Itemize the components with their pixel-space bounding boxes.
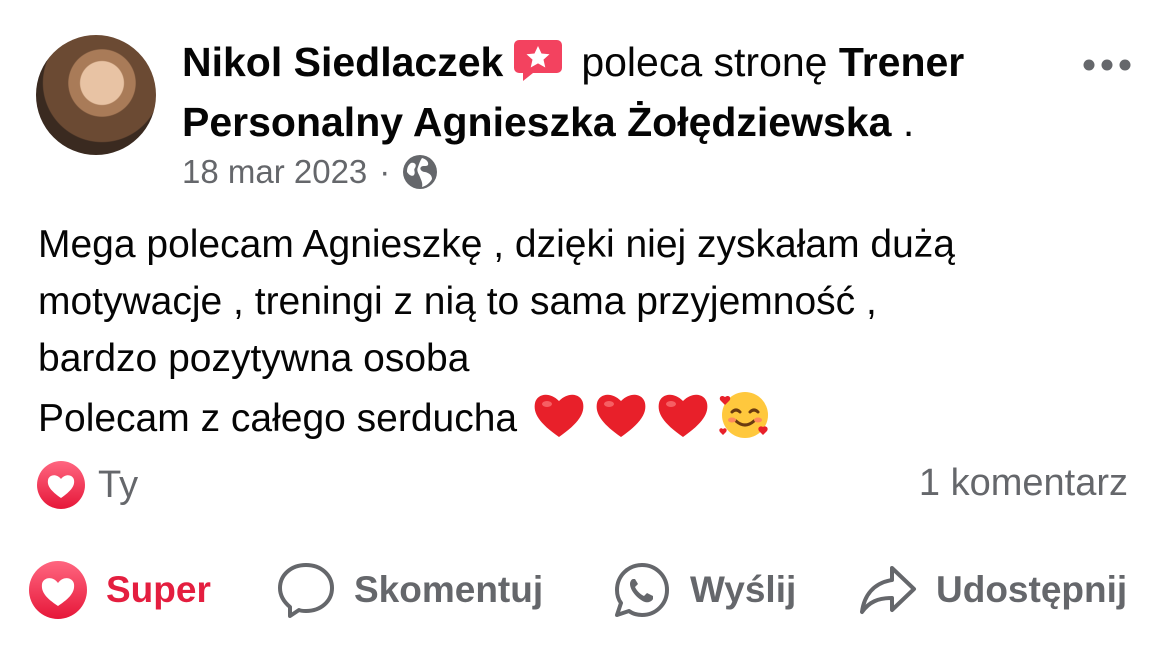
post-text-line: Polecam z całego serducha	[38, 397, 518, 440]
post-text-line: bardzo pozytywna osoba	[38, 337, 470, 380]
action-text: poleca stronę	[581, 39, 828, 85]
author-name[interactable]: Nikol Siedlaczek	[182, 39, 503, 85]
emoji-group	[531, 387, 773, 443]
send-whatsapp-button[interactable]: Wyślij	[612, 558, 796, 622]
super-reaction-button[interactable]: Super	[28, 558, 211, 622]
comments-count-link[interactable]: 1 komentarz	[919, 462, 1128, 505]
smiling-face-with-hearts-emoji	[719, 392, 769, 438]
meta-separator: ·	[379, 153, 391, 190]
comment-bubble-icon	[278, 563, 334, 618]
comment-button[interactable]: Skomentuj	[276, 558, 543, 622]
red-heart-emoji	[596, 394, 646, 437]
more-options-icon[interactable]	[1082, 58, 1132, 72]
super-label: Super	[106, 569, 211, 610]
love-reaction-icon	[37, 461, 85, 509]
post-text-line: Mega polecam Agnieszkę , dzięki niej zys…	[38, 223, 955, 266]
share-arrow-icon	[860, 566, 916, 614]
share-label: Udostępnij	[936, 569, 1128, 610]
love-reaction-icon	[29, 561, 87, 619]
post-header: Nikol Siedlaczek poleca stronę Trener Pe…	[182, 32, 1062, 152]
post-text-line-with-emojis: Polecam z całego serducha	[38, 387, 1148, 447]
comment-label: Skomentuj	[354, 569, 544, 610]
post-text-line: motywacje , treningi z nią to sama przyj…	[38, 280, 877, 323]
send-label: Wyślij	[690, 569, 797, 610]
red-heart-emoji	[658, 394, 708, 437]
post-actions-bar: Super Skomentuj Wyślij Udostępnij	[28, 558, 1148, 622]
globe-icon	[403, 155, 438, 189]
post-date[interactable]: 18 mar 2023	[182, 153, 367, 191]
share-button[interactable]: Udostępnij	[858, 558, 1127, 622]
whatsapp-icon	[615, 563, 669, 617]
trailing-period: .	[902, 99, 915, 145]
post-body: Mega polecam Agnieszkę , dzięki niej zys…	[38, 216, 1148, 447]
recommendation-star-icon	[514, 40, 563, 81]
author-avatar[interactable]	[36, 35, 156, 155]
red-heart-emoji	[534, 394, 584, 437]
reactors-label: Ty	[98, 463, 139, 506]
reactions-summary[interactable]: Ty	[36, 460, 138, 510]
post-meta: 18 mar 2023 ·	[182, 152, 438, 192]
